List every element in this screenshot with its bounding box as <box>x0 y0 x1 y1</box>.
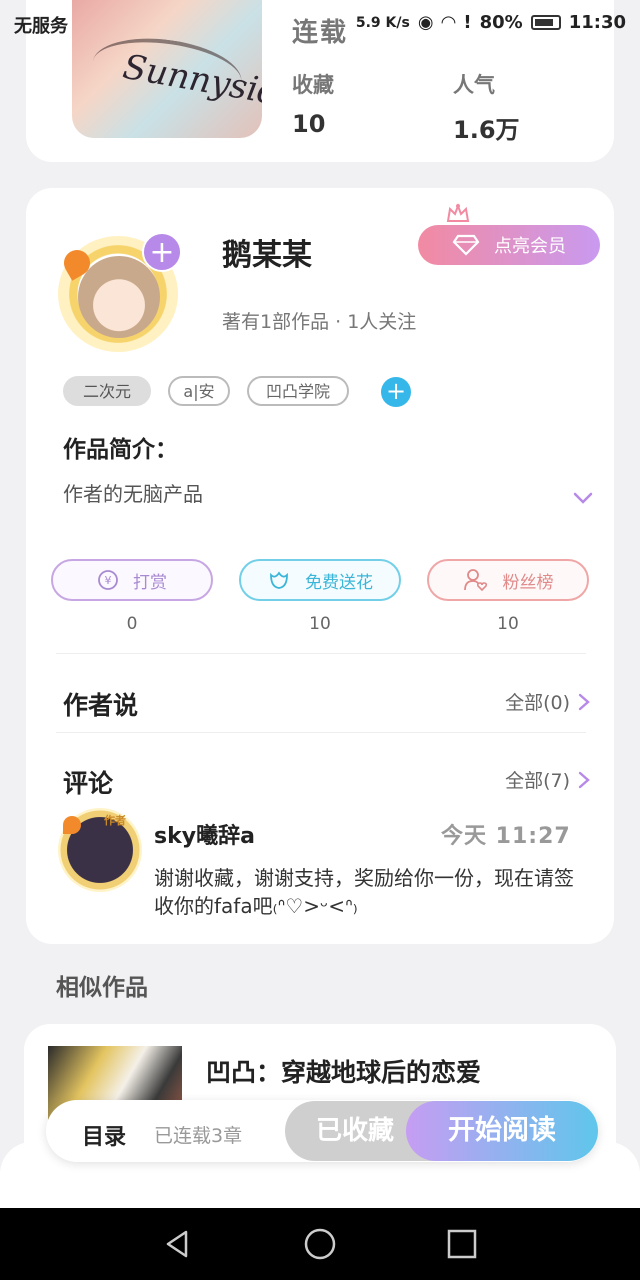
svg-text:¥: ¥ <box>105 574 112 587</box>
author-says-all-label: 全部(0) <box>505 692 570 714</box>
diamond-icon <box>452 234 480 256</box>
author-says-all-link[interactable]: 全部(0) <box>505 688 590 715</box>
stat-value-popularity: 1.6万 <box>453 116 520 144</box>
add-tag-button[interactable]: + <box>381 377 411 407</box>
network-speed: 5.9 K/s <box>355 14 410 31</box>
author-avatar-image <box>78 256 160 338</box>
divider <box>56 732 586 733</box>
follow-author-button[interactable]: + <box>142 232 182 272</box>
flower-icon <box>270 571 288 589</box>
chapter-count: 已连载3章 <box>154 1125 243 1147</box>
stat-label-popularity: 人气 <box>453 73 495 97</box>
fans-count: 10 <box>497 614 519 634</box>
comments-title: 评论 <box>63 769 114 798</box>
user-heart-icon <box>463 569 487 592</box>
table-of-contents-button[interactable]: 目录 <box>82 1119 126 1151</box>
start-reading-button[interactable]: 开始阅读 <box>406 1101 598 1161</box>
comment-text: 谢谢收藏，谢谢支持，奖励给你一份，现在请签收你的fafa吧₍ᐢ♡>ᵕ<ᐢ₎ <box>154 866 574 918</box>
avatar-bow-decoration <box>63 816 81 834</box>
similar-works-title: 相似作品 <box>56 975 148 1001</box>
vip-button-label: 点亮会员 <box>494 236 566 257</box>
eye-icon: ◉ <box>417 12 434 33</box>
yen-coin-icon: ¥ <box>98 570 118 590</box>
commenter-name[interactable]: sky曦辞a <box>154 818 255 850</box>
author-badge: 作者 <box>104 814 126 827</box>
comment-time: 今天 11:27 <box>441 824 571 849</box>
tag-1[interactable]: 二次元 <box>63 376 151 406</box>
flower-count: 10 <box>309 614 331 634</box>
author-name: 鹅某某 <box>222 238 312 273</box>
send-flower-label: 免费送花 <box>305 572 373 593</box>
cover-script-text: Sunnyside <box>119 46 262 118</box>
stat-value-favorites: 10 <box>292 110 326 138</box>
fans-ranking-label: 粉丝榜 <box>502 572 554 593</box>
back-icon[interactable] <box>160 1226 196 1262</box>
send-flower-button[interactable]: 免费送花 <box>239 559 401 601</box>
tag-2[interactable]: a|安 <box>168 376 230 406</box>
author-meta: 著有1部作品 · 1人关注 <box>222 311 417 333</box>
battery-icon <box>530 15 561 30</box>
battery-percent: 80% <box>479 12 523 33</box>
carrier-text: 无服务 <box>14 16 68 37</box>
chevron-right-icon <box>578 771 590 788</box>
chevron-right-icon <box>578 693 590 710</box>
fans-ranking-button[interactable]: 粉丝榜 <box>427 559 589 601</box>
chevron-down-icon[interactable] <box>572 490 594 506</box>
reward-label: 打赏 <box>133 572 167 593</box>
recents-icon[interactable] <box>444 1226 480 1262</box>
comments-all-link[interactable]: 全部(7) <box>505 766 590 793</box>
comments-all-label: 全部(7) <box>505 770 570 792</box>
home-icon[interactable] <box>302 1226 338 1262</box>
clock: 11:30 <box>568 12 626 33</box>
status-bar: 无服务 5.9 K/s ◉ ◠ ! 80% 11:30 <box>0 0 640 46</box>
author-says-title: 作者说 <box>63 691 139 720</box>
vip-button[interactable]: 点亮会员 <box>418 225 600 265</box>
similar-work-title[interactable]: 凹凸：穿越地球后的恋爱 <box>206 1053 481 1089</box>
status-icons: 5.9 K/s ◉ ◠ ! 80% 11:30 <box>356 12 626 33</box>
reward-count: 0 <box>126 614 138 634</box>
reward-button[interactable]: ¥ 打赏 <box>51 559 213 601</box>
wifi-icon: ◠ <box>441 12 456 33</box>
intro-title: 作品简介： <box>63 437 178 463</box>
intro-text: 作者的无脑产品 <box>63 482 203 506</box>
alert-icon: ! <box>463 12 472 33</box>
crown-icon <box>446 203 470 222</box>
divider <box>56 653 586 654</box>
stat-label-favorites: 收藏 <box>292 73 334 97</box>
tag-3[interactable]: 凹凸学院 <box>247 376 349 406</box>
